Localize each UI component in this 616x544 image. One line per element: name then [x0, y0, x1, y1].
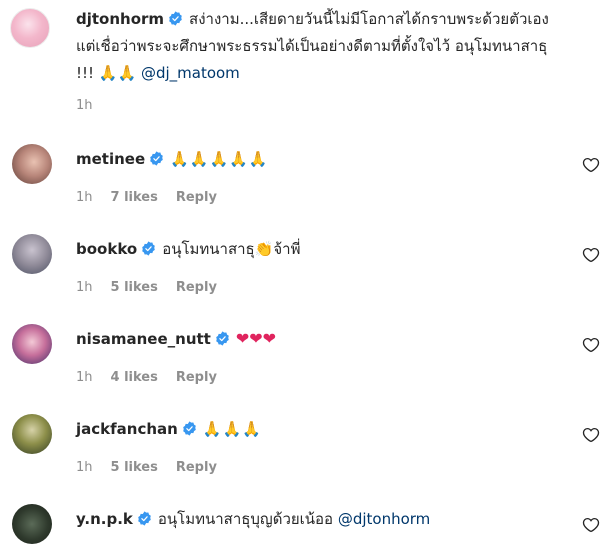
comment-body: 🙏🙏🙏🙏🙏 [170, 150, 269, 168]
caption-line-1: สง่างาม...เสียดายวันนี้ไม่มีโอกาสได้กราบ… [189, 10, 549, 28]
avatar[interactable] [12, 144, 52, 184]
like-heart-icon[interactable] [582, 156, 600, 174]
comment-text: jackfanchan 🙏🙏🙏 [76, 418, 262, 440]
comment-meta: 1h 5 likes Reply [76, 460, 235, 475]
reply-button[interactable]: Reply [176, 460, 217, 475]
comment-username[interactable]: jackfanchan [76, 420, 178, 438]
reply-button[interactable]: Reply [176, 370, 217, 385]
avatar[interactable] [12, 414, 52, 454]
comment-item: metinee 🙏🙏🙏🙏🙏 1h 7 likes Reply [0, 134, 616, 224]
comment-item: y.n.p.k อนุโมทนาสาธุบุญด้วยเน้ออ @djtonho… [0, 494, 616, 544]
comment-body: อนุโมทนาสาธุบุญด้วยเน้ออ [157, 510, 334, 528]
comment-item: nisamanee_nutt ❤❤❤ 1h 4 likes Reply [0, 314, 616, 404]
comment-mention[interactable]: @djtonhorm [338, 510, 430, 528]
caption-line-3: !!! 🙏🙏 [76, 64, 137, 82]
comment-text: y.n.p.k อนุโมทนาสาธุบุญด้วยเน้ออ @djtonho… [76, 508, 430, 530]
like-heart-icon[interactable] [582, 336, 600, 354]
caption-mention[interactable]: @dj_matoom [141, 64, 240, 82]
caption-username[interactable]: djtonhorm [76, 10, 164, 28]
caption-time[interactable]: 1h [76, 98, 93, 113]
avatar[interactable] [12, 324, 52, 364]
comment-likes[interactable]: 5 likes [111, 460, 158, 475]
comment-likes[interactable]: 7 likes [111, 190, 158, 205]
comment-time[interactable]: 1h [76, 370, 93, 385]
comment-text: nisamanee_nutt ❤❤❤ [76, 328, 276, 350]
comment-body: 🙏🙏🙏 [202, 420, 262, 438]
verified-badge-icon [150, 151, 163, 166]
verified-badge-icon [216, 331, 229, 346]
comment-body: ❤❤❤ [235, 329, 277, 348]
verified-badge-icon [183, 421, 196, 436]
comment-likes[interactable]: 4 likes [111, 370, 158, 385]
comment-likes[interactable]: 5 likes [111, 280, 158, 295]
comment-time[interactable]: 1h [76, 280, 93, 295]
verified-badge-icon [142, 241, 156, 256]
avatar[interactable] [12, 504, 52, 544]
verified-badge-icon [169, 11, 182, 26]
like-heart-icon[interactable] [582, 426, 600, 444]
comment-item: bookko อนุโมทนาสาธุ👏จ้าพี่ 1h 5 likes Reply [0, 224, 616, 314]
comment-meta: 1h 7 likes Reply [76, 190, 235, 205]
caption-line-2: แต่เชื่อว่าพระจะศึกษาพระธรรมได้เป็นอย่าง… [76, 37, 548, 55]
comment-username[interactable]: y.n.p.k [76, 510, 133, 528]
comment-body: อนุโมทนาสาธุ👏จ้าพี่ [162, 240, 301, 258]
comment-item: jackfanchan 🙏🙏🙏 1h 5 likes Reply [0, 404, 616, 494]
caption-meta: 1h [76, 98, 111, 113]
verified-badge-icon [138, 511, 151, 526]
like-heart-icon[interactable] [582, 246, 600, 264]
avatar[interactable] [10, 8, 50, 48]
comment-username[interactable]: metinee [76, 150, 145, 168]
comment-time[interactable]: 1h [76, 190, 93, 205]
comment-time[interactable]: 1h [76, 460, 93, 475]
comment-text: metinee 🙏🙏🙏🙏🙏 [76, 148, 269, 170]
caption-text: djtonhorm สง่างาม...เสียดายวันนี้ไม่มีโอก… [76, 6, 596, 87]
comment-meta: 1h 4 likes Reply [76, 370, 235, 385]
comment-text: bookko อนุโมทนาสาธุ👏จ้าพี่ [76, 238, 300, 260]
comment-username[interactable]: nisamanee_nutt [76, 330, 211, 348]
reply-button[interactable]: Reply [176, 280, 217, 295]
comment-username[interactable]: bookko [76, 240, 137, 258]
avatar[interactable] [12, 234, 52, 274]
reply-button[interactable]: Reply [176, 190, 217, 205]
like-heart-icon[interactable] [582, 516, 600, 534]
comment-meta: 1h 5 likes Reply [76, 280, 235, 295]
